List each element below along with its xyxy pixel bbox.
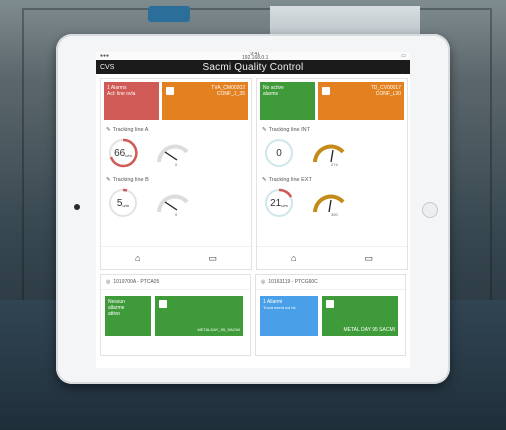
main-content: 1 Alarms Act: line ovla TVA_CM00202 CONF…	[96, 74, 410, 270]
configuration-tile[interactable]: METALDAY_95_SACMI	[155, 296, 243, 336]
document-icon	[326, 300, 334, 308]
tracking-line-label: ✎ Tracking line A	[106, 127, 149, 133]
wrench-icon: ✎	[106, 177, 111, 183]
machine-tiles: Nessun allarme attivo METALDAY_95_SACMI	[101, 290, 250, 342]
document-icon	[322, 87, 330, 95]
gauge-ring	[109, 138, 138, 168]
gauge-row: 66 u/m 0	[101, 133, 251, 173]
app-header: CVS Sacmi Quality Control	[96, 60, 410, 74]
dial-gauge: 0	[153, 138, 193, 168]
alarm-detail: Act: line ovla	[107, 91, 136, 97]
home-icon[interactable]: ⌂	[291, 253, 296, 263]
tablet-device: ●●● 9:41 192.168.0.1 ▭ CVS Sacmi Quality…	[56, 34, 450, 384]
speed-gauge: 5 u/m	[107, 187, 139, 219]
alarm-tile[interactable]: Nessun allarme attivo	[105, 296, 151, 336]
gauge-ring	[109, 188, 137, 217]
machine-card-left[interactable]: ◎ 1019700A - PTCA05 Nessun allarme attiv…	[100, 274, 251, 356]
dial-arc	[157, 144, 189, 163]
configuration-tile[interactable]: TVA_CM00202 CONF_1_35	[162, 82, 248, 120]
wrench-icon: ✎	[262, 177, 267, 183]
configuration-tile[interactable]: TD_CV00017 CONF_L30	[318, 82, 404, 120]
machine-icon: ◎	[261, 279, 266, 285]
speed-gauge: 0	[263, 137, 295, 169]
machine-header: ◎ 10163119 - PTCG60C	[256, 275, 405, 290]
config-name: CONF_L30	[375, 91, 401, 97]
gauge-ring	[265, 188, 293, 217]
wrench-icon: ✎	[106, 127, 111, 133]
wrench-icon: ✎	[262, 127, 267, 133]
speed-gauge: 66 u/m	[107, 137, 139, 169]
dial-value: 274	[331, 162, 338, 167]
alarm-tile[interactable]: No active alarms	[260, 82, 315, 120]
app-screen: ●●● 9:41 192.168.0.1 ▭ CVS Sacmi Quality…	[96, 52, 410, 368]
panel-footer: ⌂ ▭	[101, 246, 251, 269]
dial-value: 0	[175, 212, 178, 217]
dial-gauge: 274	[309, 138, 349, 168]
status-center: 9:41 192.168.0.1	[242, 52, 268, 61]
machine-row: ◎ 1019700A - PTCA05 Nessun allarme attiv…	[96, 270, 410, 360]
status-bar: ●●● 9:41 192.168.0.1 ▭	[96, 52, 410, 61]
monitor-icon[interactable]: ▭	[208, 253, 217, 264]
tracking-line-label: ✎ Tracking line B	[106, 177, 149, 183]
gauge-ring	[265, 139, 293, 167]
dial-arc	[313, 144, 345, 163]
tracking-line-label: ✎ Tracking line EXT	[262, 177, 312, 183]
machine-header: ◎ 1019700A - PTCA05	[101, 275, 250, 290]
gauge-row: 0 274	[257, 133, 407, 173]
dial-value: 0	[175, 162, 178, 167]
tracking-line-label: ✎ Tracking line INT	[262, 127, 310, 133]
gauge-row: 21 u/m 300	[257, 183, 407, 223]
panel-footer: ⌂ ▭	[257, 246, 407, 269]
alarm-tile[interactable]: 1 Allarmi Trova event coi ris	[260, 296, 318, 336]
signal-icon: ●●●	[100, 53, 110, 59]
configuration-tile[interactable]: METAL DAY 95 SACMI	[322, 296, 398, 336]
machine-card-right[interactable]: ◎ 10163119 - PTCG60C 1 Allarmi Trova eve…	[255, 274, 406, 356]
dial-arc	[157, 194, 189, 213]
speed-gauge: 21 u/m	[263, 187, 295, 219]
app-title: Sacmi Quality Control	[202, 61, 304, 73]
dial-gauge: 0	[153, 188, 193, 218]
document-icon	[159, 300, 167, 308]
document-icon	[166, 87, 174, 95]
home-icon[interactable]: ⌂	[135, 253, 140, 263]
monitor-icon[interactable]: ▭	[364, 253, 373, 264]
home-button[interactable]	[422, 202, 438, 218]
machine-tiles: 1 Allarmi Trova event coi ris METAL DAY …	[256, 290, 405, 342]
camera-icon	[74, 204, 80, 210]
dial-gauge: 300	[309, 188, 349, 218]
gauge-row: 5 u/m 0	[101, 183, 251, 223]
status-tiles: 1 Alarms Act: line ovla TVA_CM00202 CONF…	[101, 79, 251, 123]
alarm-detail: alarms	[263, 91, 279, 97]
machine-panel-right: No active alarms TD_CV00017 CONF_L30 ✎ T…	[256, 78, 408, 270]
dial-value: 300	[331, 212, 338, 217]
dial-arc	[313, 194, 345, 213]
alarm-tile[interactable]: 1 Alarms Act: line ovla	[104, 82, 159, 120]
machine-icon: ◎	[106, 279, 111, 285]
config-name: CONF_1_35	[216, 91, 245, 97]
status-tiles: No active alarms TD_CV00017 CONF_L30	[257, 79, 407, 123]
machine-panel-left: 1 Alarms Act: line ovla TVA_CM00202 CONF…	[100, 78, 252, 270]
battery-icon: ▭	[401, 53, 406, 59]
background-object	[148, 6, 190, 22]
